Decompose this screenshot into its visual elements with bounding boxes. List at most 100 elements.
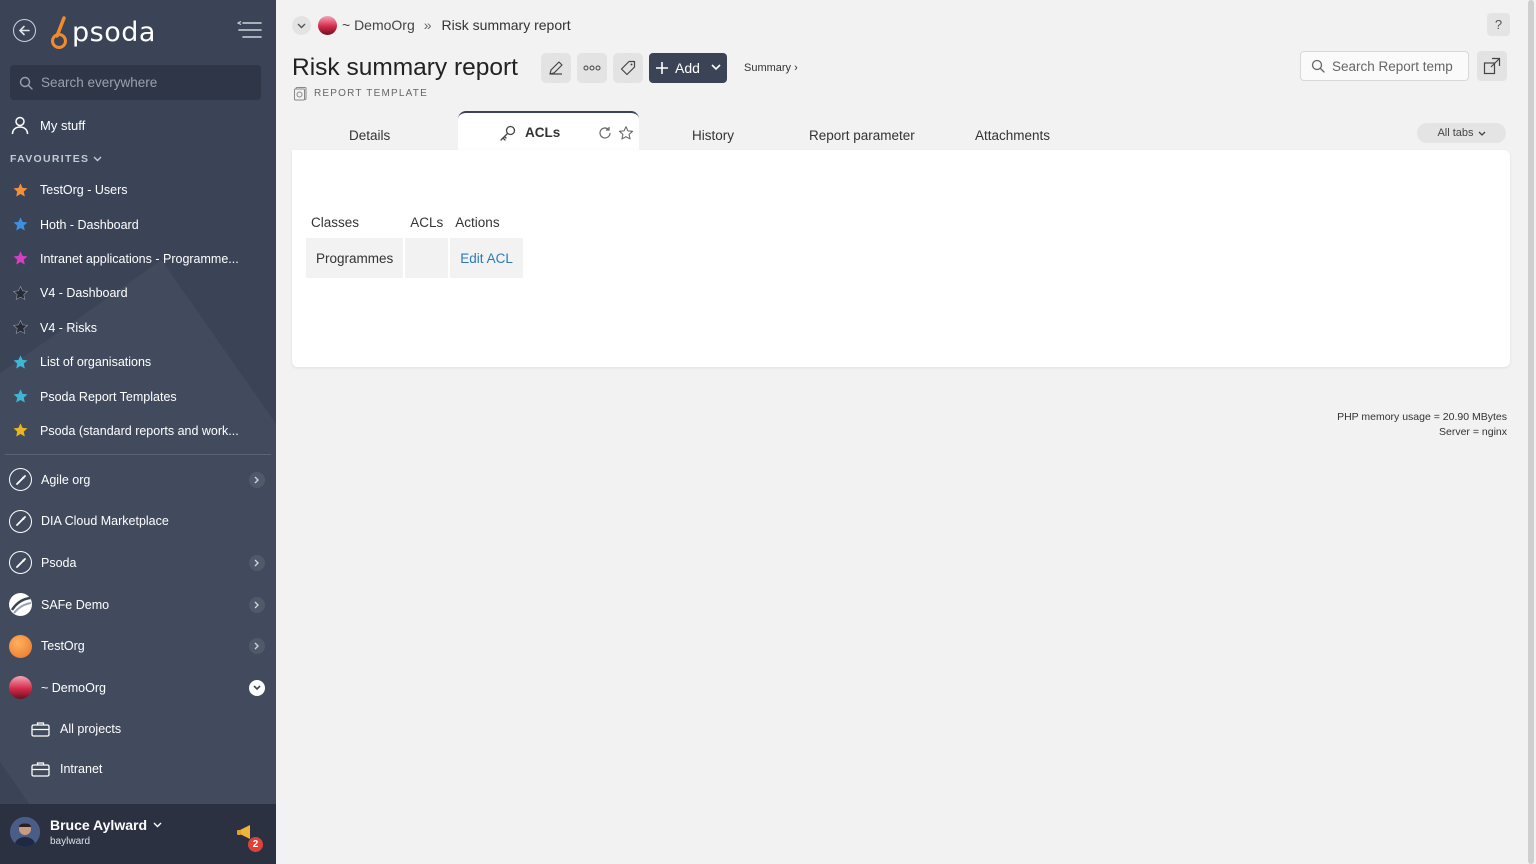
all-tabs-label: All tabs bbox=[1437, 127, 1474, 139]
page-title: Risk summary report bbox=[292, 54, 518, 81]
star-icon bbox=[10, 249, 30, 269]
server-text: Server = nginx bbox=[1439, 426, 1507, 438]
back-button[interactable] bbox=[13, 19, 36, 42]
scrollbar-thumb[interactable] bbox=[1528, 0, 1534, 864]
page-scrollbar[interactable] bbox=[1526, 0, 1536, 864]
chevron-right-icon[interactable] bbox=[249, 638, 265, 655]
external-link-icon bbox=[1483, 57, 1501, 75]
template-search-input[interactable] bbox=[1332, 52, 1465, 80]
safe-logo-icon bbox=[9, 593, 32, 617]
favourites-toggle[interactable]: FAVOURITES bbox=[10, 153, 102, 165]
search-icon bbox=[1311, 59, 1325, 73]
column-header-classes: Classes bbox=[311, 214, 360, 230]
favourite-item[interactable]: TestOrg - Users bbox=[10, 173, 266, 207]
org-label: DIA Cloud Marketplace bbox=[41, 514, 169, 529]
tab-history[interactable]: History bbox=[692, 120, 734, 150]
tab-acls[interactable]: ACLs bbox=[458, 111, 639, 152]
chevron-right-icon[interactable] bbox=[249, 596, 265, 613]
avatar[interactable] bbox=[10, 817, 40, 847]
star-icon bbox=[10, 318, 30, 338]
briefcase-icon bbox=[31, 762, 50, 777]
psoda-logo[interactable]: psoda bbox=[50, 12, 156, 52]
sub-item-intranet[interactable]: Intranet bbox=[31, 749, 261, 789]
star-icon bbox=[10, 421, 30, 441]
breadcrumb-separator: » bbox=[423, 17, 432, 33]
rocket-icon bbox=[9, 509, 32, 533]
rocket-icon bbox=[9, 551, 32, 575]
favourite-label: V4 - Risks bbox=[40, 320, 97, 335]
rocket-icon bbox=[9, 468, 32, 492]
favourite-label: Intranet applications - Programme... bbox=[40, 251, 239, 266]
user-icon bbox=[11, 116, 29, 135]
briefcase-icon bbox=[31, 722, 50, 737]
org-logo-icon bbox=[318, 15, 337, 35]
org-item-safe-demo[interactable]: SAFe Demo bbox=[9, 584, 271, 626]
edit-acl-link[interactable]: Edit ACL bbox=[460, 251, 513, 266]
cell-acls bbox=[405, 238, 449, 278]
star-icon bbox=[10, 283, 30, 303]
key-icon bbox=[500, 125, 516, 141]
more-options-button[interactable] bbox=[577, 53, 607, 83]
favourite-label: Psoda Report Templates bbox=[40, 389, 177, 404]
favourite-item[interactable]: Intranet applications - Programme... bbox=[10, 242, 266, 276]
report-template-type: REPORT TEMPLATE bbox=[293, 86, 428, 101]
star-icon bbox=[10, 352, 30, 372]
arrow-left-icon bbox=[18, 25, 30, 36]
org-item-psoda[interactable]: Psoda bbox=[9, 542, 271, 584]
chevron-right-icon[interactable] bbox=[249, 472, 265, 488]
help-button[interactable]: ? bbox=[1487, 13, 1510, 36]
chevron-down-icon bbox=[93, 156, 102, 162]
favourite-item[interactable]: Hoth - Dashboard bbox=[10, 207, 266, 241]
tab-details[interactable]: Details bbox=[349, 120, 390, 150]
chevron-down-icon bbox=[711, 64, 721, 71]
favourite-item[interactable]: Psoda Report Templates bbox=[10, 379, 266, 413]
favourite-item[interactable]: Psoda (standard reports and work... bbox=[10, 414, 266, 448]
sub-item-label: All projects bbox=[60, 722, 122, 736]
chevron-down-icon bbox=[153, 822, 162, 828]
open-external-button[interactable] bbox=[1477, 51, 1507, 81]
edit-button[interactable] bbox=[541, 53, 571, 83]
favourite-item[interactable]: V4 - Risks bbox=[10, 311, 266, 345]
sub-item-all-projects[interactable]: All projects bbox=[31, 709, 261, 749]
table-header-row: Classes ACLs Actions bbox=[306, 208, 523, 236]
favourite-item[interactable]: List of organisations bbox=[10, 345, 266, 379]
tab-attachments[interactable]: Attachments bbox=[975, 120, 1050, 150]
favourite-label: V4 - Dashboard bbox=[40, 286, 128, 301]
tag-icon bbox=[620, 60, 636, 76]
my-stuff-link[interactable]: My stuff bbox=[10, 113, 85, 137]
star-outline-icon[interactable] bbox=[618, 125, 634, 141]
acls-panel: Classes ACLs Actions Programmes Edit ACL bbox=[292, 150, 1510, 367]
favourite-item[interactable]: V4 - Dashboard bbox=[10, 276, 266, 310]
refresh-icon[interactable] bbox=[598, 126, 612, 140]
breadcrumb-toggle[interactable] bbox=[292, 16, 311, 35]
chevron-down-icon[interactable] bbox=[249, 679, 265, 696]
collapse-sidebar-button[interactable] bbox=[236, 20, 263, 44]
all-tabs-dropdown[interactable]: All tabs bbox=[1417, 123, 1506, 143]
breadcrumb: ~ DemoOrg » Risk summary report bbox=[318, 15, 571, 35]
org-label: Agile org bbox=[41, 472, 91, 487]
summary-link[interactable]: Summary › bbox=[744, 62, 798, 74]
logo-mark-icon bbox=[51, 16, 67, 49]
tab-report-parameter[interactable]: Report parameter bbox=[809, 120, 915, 150]
org-label: Psoda bbox=[41, 555, 77, 570]
add-button[interactable]: Add bbox=[649, 53, 727, 83]
add-button-label: Add bbox=[675, 60, 700, 76]
cell-actions: Edit ACL bbox=[450, 238, 523, 278]
org-item-agile-org[interactable]: Agile org bbox=[9, 459, 271, 501]
global-search-input[interactable] bbox=[41, 65, 256, 100]
table-row: Programmes Edit ACL bbox=[306, 238, 523, 278]
user-menu[interactable]: Bruce Aylward bbox=[50, 817, 162, 833]
org-item-demoorg[interactable]: ~ DemoOrg bbox=[9, 667, 271, 709]
org-item-dia-cloud-marketplace[interactable]: DIA Cloud Marketplace bbox=[9, 501, 271, 543]
tag-button[interactable] bbox=[613, 53, 643, 83]
global-search bbox=[10, 65, 261, 100]
favourites-heading: FAVOURITES bbox=[10, 153, 90, 165]
type-label-text: REPORT TEMPLATE bbox=[314, 88, 428, 99]
org-item-testorg[interactable]: TestOrg bbox=[9, 625, 271, 667]
column-header-actions: Actions bbox=[455, 214, 500, 230]
breadcrumb-org[interactable]: ~ DemoOrg bbox=[342, 17, 415, 33]
chevron-right-icon[interactable] bbox=[249, 555, 265, 572]
star-icon bbox=[10, 180, 30, 200]
org-label: TestOrg bbox=[41, 639, 85, 654]
sub-item-label: Intranet bbox=[60, 762, 103, 776]
